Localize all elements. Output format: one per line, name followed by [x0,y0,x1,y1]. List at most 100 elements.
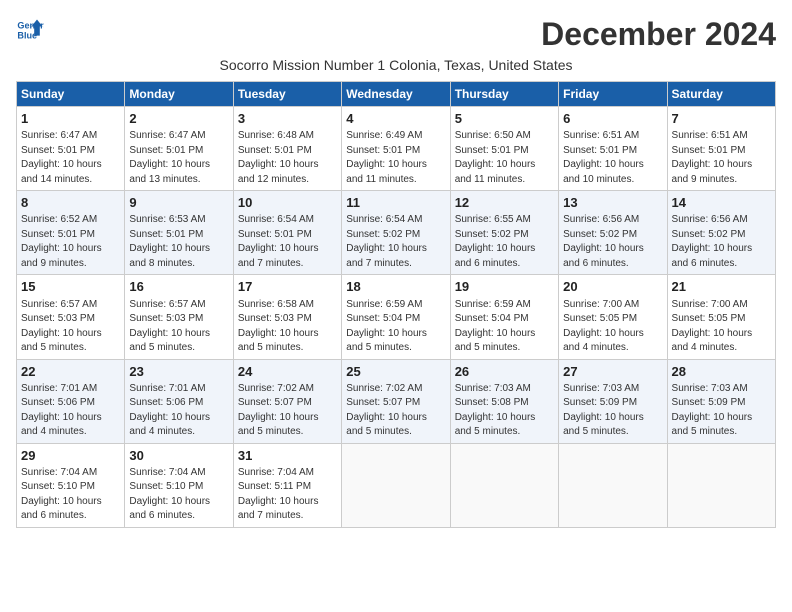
day-info: Sunrise: 6:54 AMSunset: 5:02 PMDaylight:… [346,213,445,271]
calendar-cell: 22Sunrise: 7:01 AMSunset: 5:06 PMDayligh… [17,359,125,443]
day-info: Sunrise: 6:48 AMSunset: 5:01 PMDaylight:… [238,129,337,187]
calendar-cell: 5Sunrise: 6:50 AMSunset: 5:01 PMDaylight… [450,107,558,191]
day-number: 24 [238,363,337,381]
calendar-cell: 12Sunrise: 6:55 AMSunset: 5:02 PMDayligh… [450,191,558,275]
day-number: 8 [21,194,120,212]
day-number: 17 [238,278,337,296]
day-info: Sunrise: 6:50 AMSunset: 5:01 PMDaylight:… [455,129,554,187]
calendar-cell: 1Sunrise: 6:47 AMSunset: 5:01 PMDaylight… [17,107,125,191]
day-info: Sunrise: 6:47 AMSunset: 5:01 PMDaylight:… [21,129,120,187]
calendar-week-4: 22Sunrise: 7:01 AMSunset: 5:06 PMDayligh… [17,359,776,443]
calendar-cell: 24Sunrise: 7:02 AMSunset: 5:07 PMDayligh… [233,359,341,443]
day-info: Sunrise: 7:00 AMSunset: 5:05 PMDaylight:… [563,298,662,356]
calendar-cell: 18 Sunrise: 6:59 AMSunset: 5:04 PMDayligh… [342,275,450,359]
day-number: 14 [672,194,771,212]
dow-sunday: Sunday [17,82,125,107]
calendar-body: 1Sunrise: 6:47 AMSunset: 5:01 PMDaylight… [17,107,776,528]
day-info: Sunrise: 7:04 AMSunset: 5:10 PMDaylight:… [21,466,120,524]
calendar-cell: 9Sunrise: 6:53 AMSunset: 5:01 PMDaylight… [125,191,233,275]
calendar-cell: 21 Sunrise: 7:00 AMSunset: 5:05 PMDayligh… [667,275,775,359]
day-info: Sunrise: 7:01 AMSunset: 5:06 PMDaylight:… [21,382,120,440]
day-info: Sunrise: 6:56 AMSunset: 5:02 PMDaylight:… [563,213,662,271]
day-number: 12 [455,194,554,212]
day-number: 15 [21,278,120,296]
calendar-cell: 19 Sunrise: 6:59 AMSunset: 5:04 PMDayligh… [450,275,558,359]
day-number: 29 [21,447,120,465]
calendar-week-1: 1Sunrise: 6:47 AMSunset: 5:01 PMDaylight… [17,107,776,191]
day-info: Sunrise: 7:02 AMSunset: 5:07 PMDaylight:… [238,382,337,440]
day-number: 30 [129,447,228,465]
day-info: Sunrise: 7:02 AMSunset: 5:07 PMDaylight:… [346,382,445,440]
day-info: Sunrise: 6:55 AMSunset: 5:02 PMDaylight:… [455,213,554,271]
calendar-cell: 7Sunrise: 6:51 AMSunset: 5:01 PMDaylight… [667,107,775,191]
calendar-cell: 3Sunrise: 6:48 AMSunset: 5:01 PMDaylight… [233,107,341,191]
dow-monday: Monday [125,82,233,107]
calendar-cell: 27Sunrise: 7:03 AMSunset: 5:09 PMDayligh… [559,359,667,443]
calendar-cell: 8Sunrise: 6:52 AMSunset: 5:01 PMDaylight… [17,191,125,275]
day-info: Sunrise: 6:59 AMSunset: 5:04 PMDaylight:… [346,298,445,356]
calendar-cell: 28Sunrise: 7:03 AMSunset: 5:09 PMDayligh… [667,359,775,443]
day-info: Sunrise: 7:03 AMSunset: 5:08 PMDaylight:… [455,382,554,440]
month-title: December 2024 [541,16,776,53]
day-info: Sunrise: 7:03 AMSunset: 5:09 PMDaylight:… [672,382,771,440]
day-info: Sunrise: 6:56 AMSunset: 5:02 PMDaylight:… [672,213,771,271]
calendar-cell [450,443,558,527]
day-number: 19 [455,278,554,296]
calendar-week-2: 8Sunrise: 6:52 AMSunset: 5:01 PMDaylight… [17,191,776,275]
day-info: Sunrise: 6:54 AMSunset: 5:01 PMDaylight:… [238,213,337,271]
page-header: General Blue December 2024 [16,16,776,53]
day-number: 22 [21,363,120,381]
dow-wednesday: Wednesday [342,82,450,107]
calendar-cell: 29Sunrise: 7:04 AMSunset: 5:10 PMDayligh… [17,443,125,527]
day-number: 23 [129,363,228,381]
calendar-cell: 4Sunrise: 6:49 AMSunset: 5:01 PMDaylight… [342,107,450,191]
calendar-cell: 6Sunrise: 6:51 AMSunset: 5:01 PMDaylight… [559,107,667,191]
day-info: Sunrise: 7:03 AMSunset: 5:09 PMDaylight:… [563,382,662,440]
calendar-cell: 26Sunrise: 7:03 AMSunset: 5:08 PMDayligh… [450,359,558,443]
day-number: 9 [129,194,228,212]
dow-tuesday: Tuesday [233,82,341,107]
calendar-cell: 31Sunrise: 7:04 AMSunset: 5:11 PMDayligh… [233,443,341,527]
day-number: 31 [238,447,337,465]
day-info: Sunrise: 6:59 AMSunset: 5:04 PMDaylight:… [455,298,554,356]
calendar-cell [667,443,775,527]
day-number: 10 [238,194,337,212]
calendar-table: SundayMondayTuesdayWednesdayThursdayFrid… [16,81,776,528]
svg-text:Blue: Blue [17,30,37,40]
day-number: 7 [672,110,771,128]
day-info: Sunrise: 7:04 AMSunset: 5:11 PMDaylight:… [238,466,337,524]
day-number: 21 [672,278,771,296]
day-info: Sunrise: 7:00 AMSunset: 5:05 PMDaylight:… [672,298,771,356]
dow-friday: Friday [559,82,667,107]
calendar-cell: 16 Sunrise: 6:57 AMSunset: 5:03 PMDayligh… [125,275,233,359]
day-number: 1 [21,110,120,128]
calendar-cell: 10Sunrise: 6:54 AMSunset: 5:01 PMDayligh… [233,191,341,275]
days-of-week-header: SundayMondayTuesdayWednesdayThursdayFrid… [17,82,776,107]
day-number: 20 [563,278,662,296]
calendar-cell: 23Sunrise: 7:01 AMSunset: 5:06 PMDayligh… [125,359,233,443]
calendar-cell: 20 Sunrise: 7:00 AMSunset: 5:05 PMDayligh… [559,275,667,359]
logo-icon: General Blue [16,16,44,44]
day-number: 16 [129,278,228,296]
day-number: 2 [129,110,228,128]
dow-thursday: Thursday [450,82,558,107]
day-info: Sunrise: 6:57 AMSunset: 5:03 PMDaylight:… [129,298,228,356]
calendar-cell: 30Sunrise: 7:04 AMSunset: 5:10 PMDayligh… [125,443,233,527]
day-number: 5 [455,110,554,128]
day-info: Sunrise: 6:51 AMSunset: 5:01 PMDaylight:… [563,129,662,187]
day-number: 26 [455,363,554,381]
day-number: 11 [346,194,445,212]
day-info: Sunrise: 6:52 AMSunset: 5:01 PMDaylight:… [21,213,120,271]
calendar-cell [559,443,667,527]
day-number: 27 [563,363,662,381]
calendar-cell [342,443,450,527]
day-info: Sunrise: 7:04 AMSunset: 5:10 PMDaylight:… [129,466,228,524]
day-number: 18 [346,278,445,296]
day-info: Sunrise: 7:01 AMSunset: 5:06 PMDaylight:… [129,382,228,440]
calendar-subtitle: Socorro Mission Number 1 Colonia, Texas,… [16,57,776,73]
calendar-cell: 25Sunrise: 7:02 AMSunset: 5:07 PMDayligh… [342,359,450,443]
calendar-cell: 14Sunrise: 6:56 AMSunset: 5:02 PMDayligh… [667,191,775,275]
logo: General Blue [16,16,46,44]
day-info: Sunrise: 6:58 AMSunset: 5:03 PMDaylight:… [238,298,337,356]
day-number: 13 [563,194,662,212]
